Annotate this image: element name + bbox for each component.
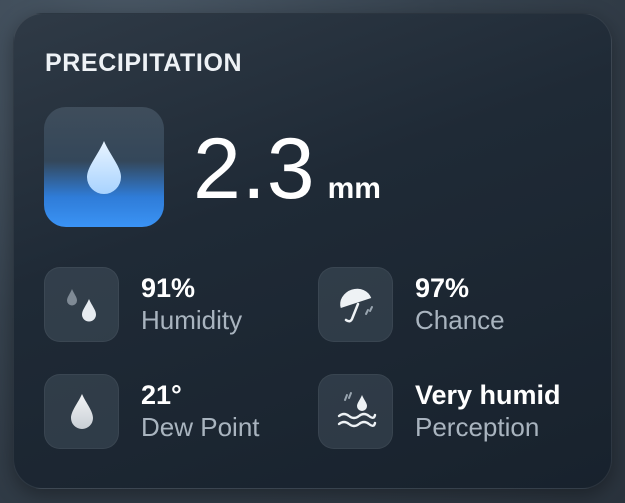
stat-perception: Very humid Perception [318, 374, 561, 449]
umbrella-rain-icon [339, 288, 373, 323]
perception-value: Very humid [415, 380, 561, 410]
precipitation-unit: mm [327, 172, 381, 205]
hero-icon-tile [44, 107, 164, 227]
humidity-drops-icon [66, 288, 96, 321]
chance-value: 97% [415, 273, 470, 303]
stat-tile [44, 374, 119, 449]
stat-tile [44, 267, 119, 342]
card-title: PRECIPITATION [45, 49, 243, 77]
stat-humidity: 91% Humidity [44, 267, 242, 342]
stat-dew-point: 21° Dew Point [44, 374, 260, 449]
stat-tile [318, 374, 393, 449]
dew-point-value: 21° [141, 380, 182, 410]
dew-drop-icon [70, 393, 93, 429]
stat-chance: 97% Chance [318, 267, 505, 342]
humid-waves-icon [337, 391, 376, 427]
dew-point-label: Dew Point [141, 412, 260, 442]
precipitation-value: 2.3 [193, 121, 316, 217]
precipitation-card: PRECIPITATION 2.3 mm 91% Humidity 97% Ch… [13, 13, 612, 489]
chance-label: Chance [415, 305, 505, 335]
perception-label: Perception [415, 412, 540, 442]
raindrop-icon [87, 141, 121, 194]
humidity-value: 91% [141, 273, 196, 303]
precipitation-amount: 2.3 mm [193, 126, 381, 212]
humidity-label: Humidity [141, 305, 243, 335]
stat-tile [318, 267, 393, 342]
